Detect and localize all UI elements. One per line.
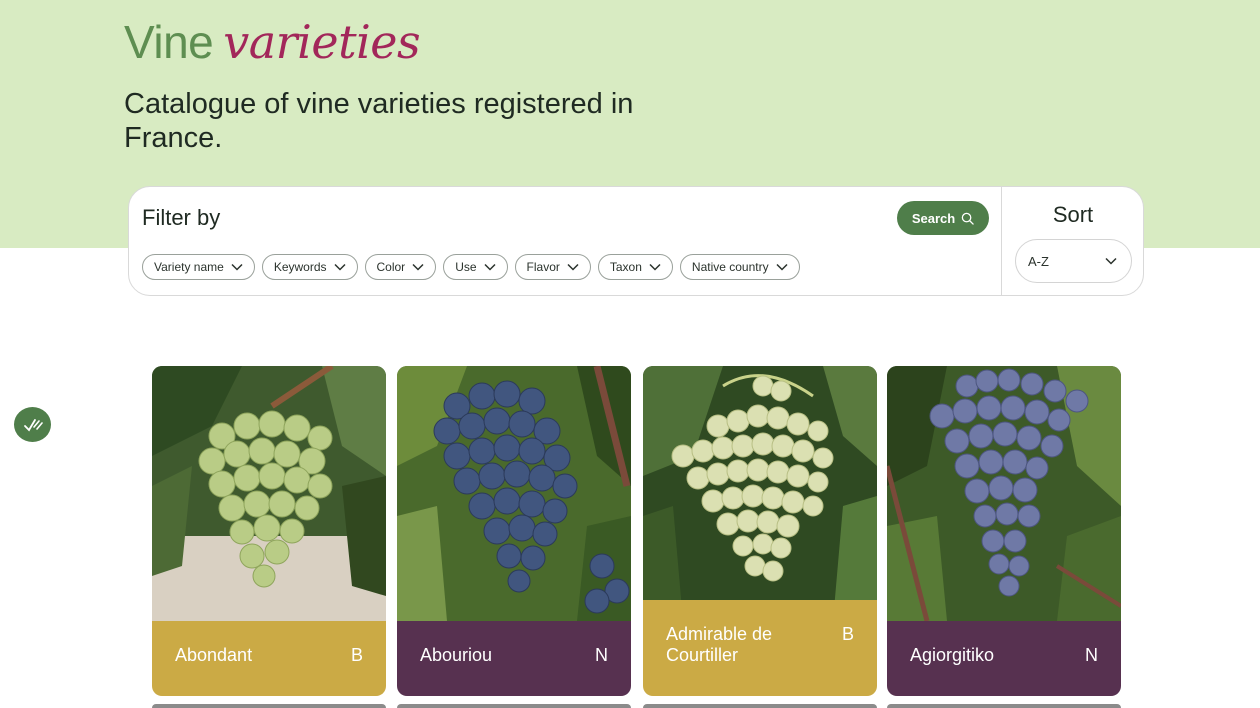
filter-panel: Filter by Search Variety name Keywords C… [128, 186, 1144, 296]
chip-label: Variety name [154, 260, 224, 274]
filter-heading: Filter by [142, 205, 221, 230]
chip-label: Taxon [609, 260, 642, 274]
filter-chips: Variety name Keywords Color Use Flavor T… [142, 254, 800, 280]
sort-selected-value: A-Z [1028, 253, 1049, 269]
accessibility-icon [23, 418, 43, 431]
title-accent: varieties [223, 15, 421, 69]
variety-photo [397, 366, 631, 621]
sort-heading: Sort [1052, 202, 1094, 227]
filter-chip-keywords[interactable]: Keywords [261, 254, 358, 280]
chevron-down-icon [776, 263, 788, 271]
filter-chip-native-country[interactable]: Native country [679, 254, 800, 280]
next-card-edge [887, 704, 1121, 708]
page-title: Vine varieties [124, 14, 421, 70]
variety-name: Abondant [175, 645, 253, 665]
black-grape-cluster-image [887, 366, 1121, 621]
variety-card-footer: Agiorgitiko N [887, 621, 1121, 696]
next-card-edge [152, 704, 386, 708]
chevron-down-icon [1105, 257, 1117, 265]
variety-photo [887, 366, 1121, 621]
variety-color-code: N [595, 645, 608, 665]
variety-card-agiorgitiko[interactable]: Agiorgitiko N [887, 366, 1121, 696]
variety-name: Agiorgitiko [910, 645, 995, 665]
variety-color-code: B [841, 624, 854, 644]
variety-color-code: N [1085, 645, 1098, 665]
variety-card-footer: Abouriou N [397, 621, 631, 696]
variety-card-abouriou[interactable]: Abouriou N [397, 366, 631, 696]
chevron-down-icon [649, 263, 661, 271]
white-grape-cluster-image [643, 366, 877, 621]
chip-label: Flavor [526, 260, 560, 274]
filter-chip-taxon[interactable]: Taxon [597, 254, 673, 280]
sort-select[interactable]: A-Z [1015, 239, 1132, 283]
variety-photo [152, 366, 386, 621]
filter-chip-variety-name[interactable]: Variety name [142, 254, 255, 280]
variety-color-code: B [350, 645, 363, 665]
variety-photo [643, 366, 877, 621]
chip-label: Color [376, 260, 406, 274]
variety-card-abondant[interactable]: Abondant B [152, 366, 386, 696]
search-button-label: Search [911, 210, 956, 226]
next-card-edge [397, 704, 631, 708]
accessibility-badge[interactable] [14, 407, 51, 442]
filter-chip-use[interactable]: Use [443, 254, 508, 280]
black-grape-cluster-image [397, 366, 631, 621]
next-card-edge [643, 704, 877, 708]
variety-card-footer: Admirable de Courtiller B [643, 600, 877, 696]
chevron-down-icon [412, 263, 424, 271]
page-subtitle: Catalogue of vine varieties registered i… [124, 88, 634, 154]
chip-label: Use [455, 260, 477, 274]
variety-name: Abouriou [420, 645, 493, 665]
filter-chip-flavor[interactable]: Flavor [514, 254, 591, 280]
variety-card-admirable-de-courtiller[interactable]: Admirable de Courtiller B [643, 366, 877, 696]
chevron-down-icon [484, 263, 496, 271]
variety-card-footer: Abondant B [152, 621, 386, 696]
search-button[interactable]: Search [897, 201, 989, 235]
chevron-down-icon [333, 263, 346, 271]
chip-label: Native country [691, 260, 769, 274]
white-grape-cluster-image [152, 366, 386, 621]
chevron-down-icon [567, 263, 579, 271]
title-main: Vine [124, 16, 214, 68]
search-icon [961, 212, 974, 225]
chip-label: Keywords [273, 260, 327, 274]
variety-name: Admirable de Courtiller [666, 624, 773, 665]
filter-chip-color[interactable]: Color [364, 254, 437, 280]
chevron-down-icon [231, 263, 243, 271]
